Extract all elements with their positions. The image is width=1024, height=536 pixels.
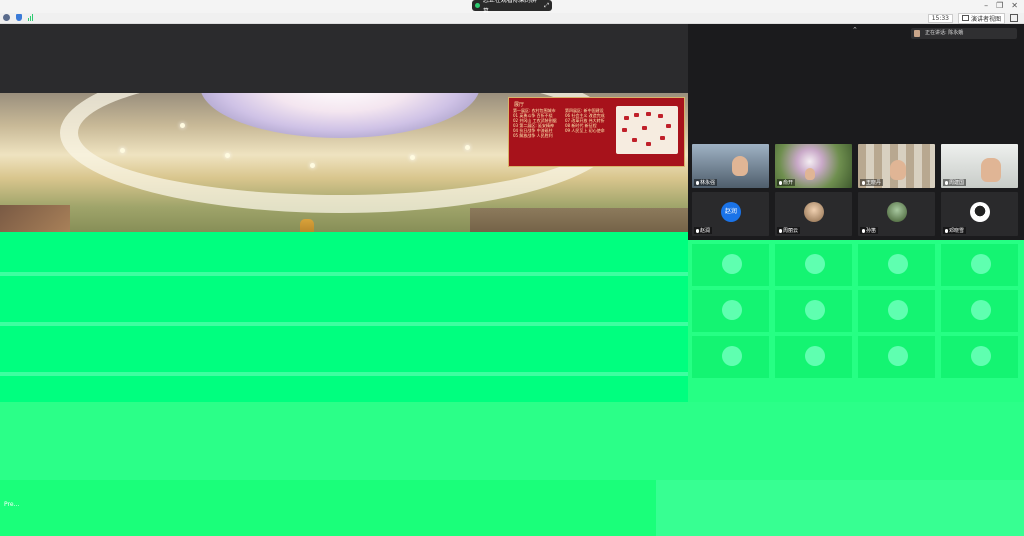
floor-plan-marker[interactable] (666, 124, 671, 128)
participant-name-tag: 俞开 (777, 179, 796, 186)
speaker-avatar (914, 30, 920, 37)
video-artifact-area (0, 402, 1024, 480)
participant-tile[interactable]: 俞开 (775, 144, 852, 188)
grid-view-icon (961, 15, 969, 21)
artifact-tile (941, 244, 1018, 286)
floor-plan-marker[interactable] (658, 114, 663, 118)
artifact-tile (692, 336, 769, 378)
mic-icon (779, 228, 782, 233)
participant-avatar (887, 202, 907, 222)
video-artifact-area (0, 232, 688, 402)
participant-face (805, 168, 815, 180)
floor-plan-marker[interactable] (622, 128, 627, 132)
participant-name-tag: 林永强 (694, 179, 718, 186)
speaker-label: 正在讲话: 陈永娥 (925, 30, 964, 36)
artifact-tile (858, 244, 935, 286)
floor-plan-marker[interactable] (634, 113, 639, 117)
expand-icon[interactable]: ⤢ (544, 0, 549, 11)
fullscreen-icon[interactable] (1010, 14, 1018, 22)
restore-icon[interactable]: ❐ (996, 1, 1003, 10)
ceiling-lamp (120, 148, 125, 153)
participant-avatar (804, 202, 824, 222)
video-artifact-area (688, 240, 1024, 402)
participant-face (732, 156, 748, 176)
collapse-panel-icon[interactable]: ⌃ (852, 26, 858, 34)
exhibition-map-panel[interactable]: 展厅 第一展区: 农村包围城市 01 英勇斗争 百折不挠 02 井冈山 工农武装… (508, 97, 685, 167)
artifact-band (0, 372, 688, 376)
ceiling-lamp (410, 155, 415, 160)
artifact-band (0, 272, 688, 276)
artifact-tile (941, 336, 1018, 378)
floor-plan-marker[interactable] (632, 138, 637, 142)
screen-share-banner[interactable]: 您正在观看陈某的屏幕 ⤢ (472, 0, 552, 15)
window-controls: – ❐ ✕ (984, 1, 1018, 10)
mic-icon (779, 180, 782, 185)
participant-avatar (970, 202, 990, 222)
artifact-tile (775, 290, 852, 332)
mic-icon (862, 180, 865, 185)
map-list-right: 第四展区: 新中国建设 06 社会主义 改造完成 07 改革开放 伟大转折 08… (565, 108, 615, 133)
artifact-tile (858, 290, 935, 332)
participant-face (981, 158, 1001, 182)
meeting-info-icon[interactable] (3, 14, 10, 21)
participant-name-tag: 周建国 (943, 179, 967, 186)
artifact-tile (858, 336, 935, 378)
meeting-clock: 15:33 (927, 13, 953, 23)
participant-name-tag: 周丽云 (777, 227, 801, 234)
mic-icon (945, 180, 948, 185)
map-entry[interactable]: 05 解放战争 人民胜利 (513, 133, 563, 138)
artifact-tile (692, 290, 769, 332)
speaker-view-button[interactable]: 演讲者视图 (957, 12, 1005, 24)
ceiling-lamp (225, 153, 230, 158)
participant-tile[interactable]: 赵润 赵润 (692, 192, 769, 236)
mic-icon (696, 180, 699, 185)
participant-tile[interactable]: 周建国 (941, 144, 1018, 188)
map-list-left: 第一展区: 农村包围城市 01 英勇斗争 百折不挠 02 井冈山 工农武装割据 … (513, 108, 563, 138)
artifact-tile (692, 244, 769, 286)
map-entry[interactable]: 09 人民至上 初心使命 (565, 128, 615, 133)
mic-icon (945, 228, 948, 233)
video-artifact-area (0, 480, 656, 536)
meeting-toolbar: 15:33 演讲者视图 (0, 12, 1024, 24)
floor-plan-marker[interactable] (624, 116, 629, 120)
bottom-label: Pre... (4, 501, 20, 508)
active-speaker-indicator: 正在讲话: 陈永娥 (911, 28, 1017, 39)
participant-name-tag: 王晓丹 (860, 179, 884, 186)
mic-icon (862, 228, 865, 233)
floor-plan[interactable] (616, 106, 678, 154)
artifact-tile (775, 336, 852, 378)
minimize-icon[interactable]: – (984, 1, 988, 10)
participant-tile[interactable]: 王晓丹 (858, 144, 935, 188)
participant-tile[interactable]: 孙笛 (858, 192, 935, 236)
participant-tile[interactable]: 邓晓雪 (941, 192, 1018, 236)
mic-icon (696, 228, 699, 233)
participant-avatar: 赵润 (721, 202, 741, 222)
ceiling-lamp (310, 163, 315, 168)
ceiling-lamp (180, 123, 185, 128)
floor-plan-marker[interactable] (646, 112, 651, 116)
participant-name-tag: 赵润 (694, 227, 713, 234)
map-title: 展厅 (514, 102, 525, 108)
participant-name-tag: 孙笛 (860, 227, 879, 234)
video-artifact-area (656, 480, 1024, 536)
artifact-band (0, 322, 688, 326)
participant-tile[interactable]: 周丽云 (775, 192, 852, 236)
participant-face (890, 160, 906, 180)
security-shield-icon[interactable] (16, 14, 22, 21)
participant-tile[interactable]: 林永强 (692, 144, 769, 188)
artifact-tile (775, 244, 852, 286)
floor-plan-marker[interactable] (646, 142, 651, 146)
close-icon[interactable]: ✕ (1011, 1, 1018, 10)
sharing-indicator-icon (475, 3, 480, 8)
floor-plan-marker[interactable] (642, 126, 647, 130)
ceiling-lamp (465, 145, 470, 150)
participant-name-tag: 邓晓雪 (943, 227, 967, 234)
floor-plan-marker[interactable] (660, 136, 665, 140)
artifact-tile (941, 290, 1018, 332)
network-signal-icon[interactable] (28, 14, 33, 21)
